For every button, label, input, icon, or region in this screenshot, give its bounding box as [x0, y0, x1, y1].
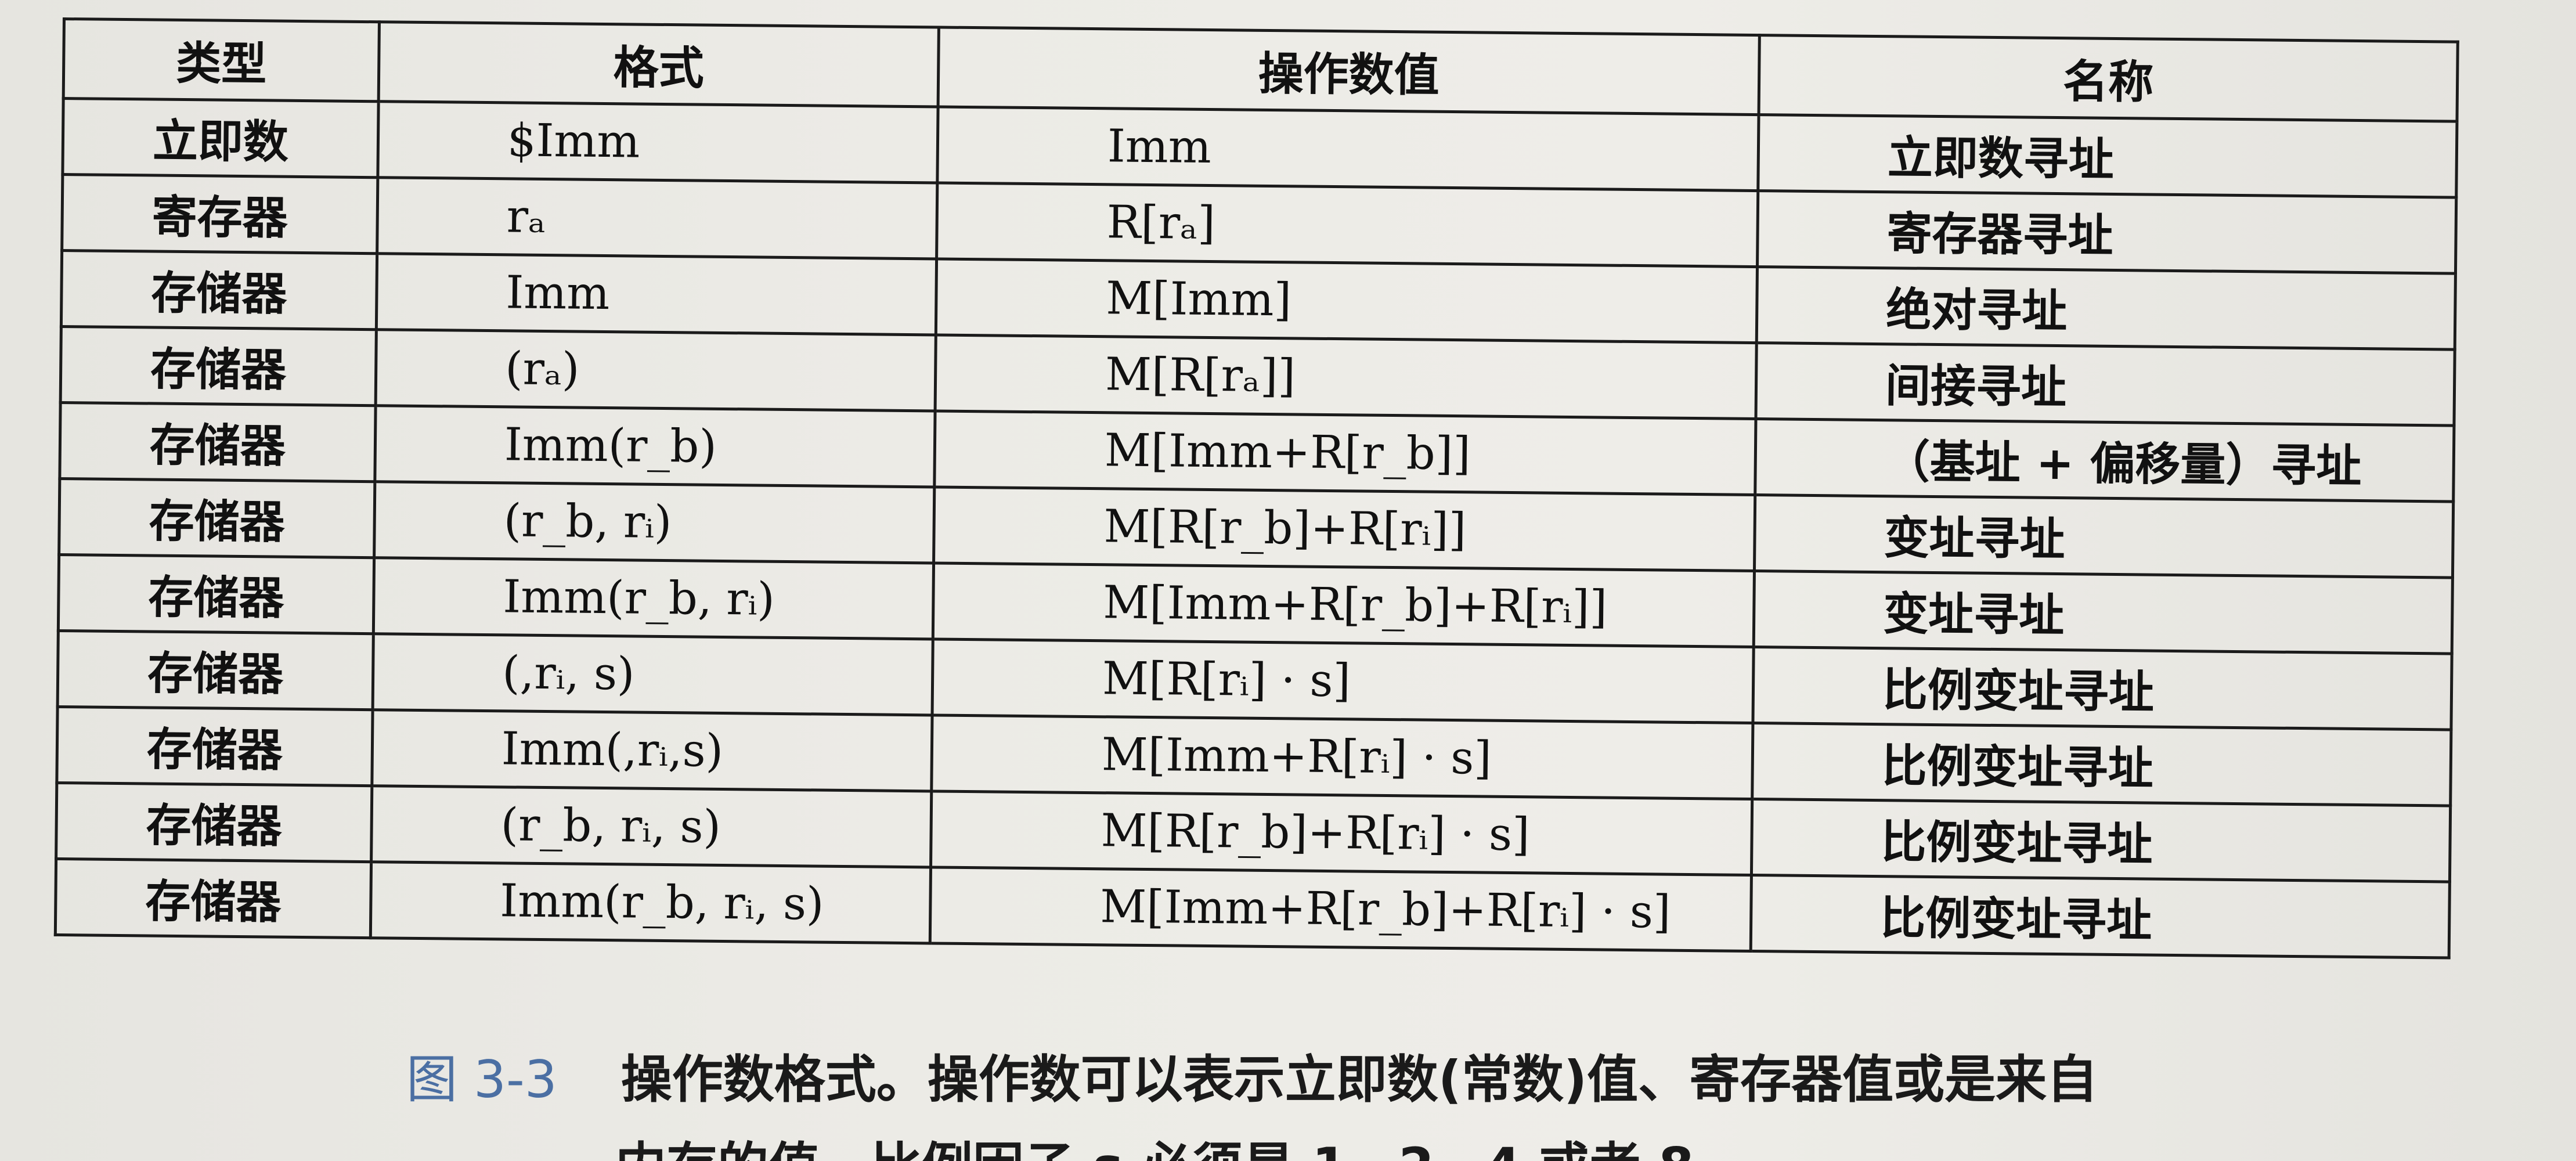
cell-name: 立即数寻址: [1758, 114, 2457, 198]
cell-format: (,rᵢ, s): [373, 633, 933, 715]
cell-operand-value: M[R[rₐ]]: [935, 334, 1757, 419]
cell-operand-value: M[Imm+R[r_b]+R[rᵢ] · s]: [930, 867, 1752, 951]
cell-name: （基址 + 偏移量）寻址: [1755, 419, 2454, 502]
cell-name: 比例变址寻址: [1751, 875, 2450, 958]
cell-operand-value: R[rₐ]: [936, 182, 1758, 267]
cell-name: 绝对寻址: [1756, 266, 2456, 350]
cell-format: Imm(,rᵢ,s): [371, 709, 933, 791]
header-operand-value: 操作数值: [938, 27, 1760, 115]
cell-format: $Imm: [377, 101, 939, 183]
cell-type: 立即数: [62, 98, 379, 178]
caption-line-1: 操作数格式。操作数可以表示立即数(常数)值、寄存器值或是来自: [620, 1050, 2098, 1109]
cell-operand-value: M[Imm+R[r_b]]: [934, 410, 1756, 495]
cell-name: 变址寻址: [1754, 495, 2454, 578]
cell-name: 寄存器寻址: [1757, 190, 2456, 274]
cell-operand-value: M[R[r_b]+R[rᵢ]]: [933, 486, 1755, 571]
header-name: 名称: [1759, 35, 2458, 122]
cell-name: 比例变址寻址: [1752, 723, 2451, 806]
operand-format-table: 类型 格式 操作数值 名称 立即数 $Imm Imm 立即数寻址 寄存器 rₐ …: [54, 17, 2459, 960]
cell-format: (r_b, rᵢ): [374, 481, 935, 563]
header-format: 格式: [378, 21, 939, 107]
cell-type: 存储器: [59, 402, 376, 482]
cell-type: 存储器: [56, 706, 373, 786]
cell-operand-value: M[Imm+R[r_b]+R[rᵢ]]: [933, 563, 1755, 647]
cell-format: (r_b, rᵢ, s): [371, 785, 932, 867]
cell-operand-value: M[Imm]: [936, 258, 1758, 343]
figure-label: 图 3-3: [406, 1050, 557, 1109]
cell-format: rₐ: [377, 177, 937, 259]
cell-type: 存储器: [57, 630, 374, 710]
book-page: 类型 格式 操作数值 名称 立即数 $Imm Imm 立即数寻址 寄存器 rₐ …: [0, 0, 2576, 1161]
cell-operand-value: M[R[r_b]+R[rᵢ] · s]: [930, 791, 1752, 875]
cell-format: Imm(r_b, rᵢ, s): [370, 861, 931, 943]
cell-type: 存储器: [60, 326, 377, 406]
cell-operand-value: Imm: [937, 106, 1759, 191]
cell-type: 存储器: [58, 554, 374, 634]
cell-type: 存储器: [59, 478, 375, 558]
figure-caption: 图 3-3 操作数格式。操作数可以表示立即数(常数)值、寄存器值或是来自 内存的值…: [406, 1036, 2098, 1161]
cell-name: 间接寻址: [1755, 342, 2455, 426]
cell-format: Imm(r_b): [374, 405, 936, 487]
cell-type: 存储器: [55, 859, 371, 938]
cell-type: 寄存器: [62, 174, 378, 254]
cell-operand-value: M[Imm+R[rᵢ] · s]: [931, 715, 1753, 799]
cell-operand-value: M[R[rᵢ] · s]: [932, 639, 1754, 723]
header-type: 类型: [63, 19, 380, 102]
cell-format: (rₐ): [376, 329, 936, 411]
cell-name: 比例变址寻址: [1752, 647, 2452, 730]
cell-name: 比例变址寻址: [1751, 799, 2451, 882]
cell-format: Imm(r_b, rᵢ): [373, 557, 934, 639]
cell-type: 存储器: [56, 783, 372, 862]
cell-type: 存储器: [61, 250, 377, 330]
cell-format: Imm: [376, 253, 937, 335]
caption-line-2: 内存的值。比例因子 s 必须是 1、2、4 或者 8: [406, 1123, 2098, 1161]
cell-name: 变址寻址: [1754, 571, 2453, 654]
